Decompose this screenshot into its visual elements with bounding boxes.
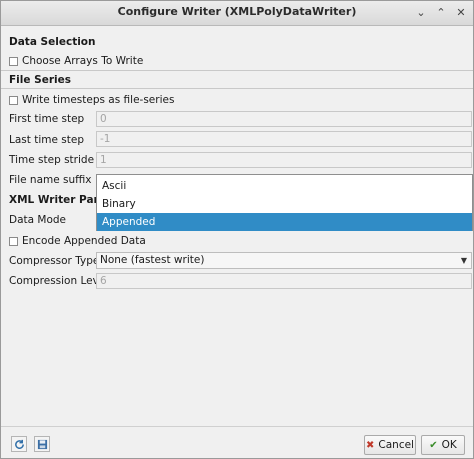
data-mode-option-ascii[interactable]: Ascii	[97, 177, 472, 195]
write-timesteps-checkbox[interactable]	[9, 95, 18, 105]
choose-arrays-label: Choose Arrays To Write	[22, 55, 144, 67]
last-time-step-label: Last time step	[9, 134, 84, 146]
data-mode-option-binary[interactable]: Binary	[97, 195, 472, 213]
time-step-stride-label: Time step stride	[9, 154, 95, 166]
choose-arrays-row[interactable]: Choose Arrays To Write	[9, 54, 143, 68]
footer-divider	[1, 426, 473, 427]
encode-appended-label: Encode Appended Data	[22, 235, 146, 247]
compressor-type-label: Compressor Type	[9, 255, 100, 267]
save-icon	[37, 439, 47, 449]
cancel-label: Cancel	[378, 439, 414, 451]
refresh-icon	[14, 439, 24, 449]
data-mode-option-appended[interactable]: Appended	[97, 213, 472, 231]
encode-appended-row[interactable]: Encode Appended Data	[9, 234, 146, 248]
write-timesteps-label: Write timesteps as file-series	[22, 94, 175, 106]
chevron-down-icon: ▼	[460, 256, 467, 265]
compression-level-input: 6	[96, 273, 472, 289]
cancel-button[interactable]: ✖ Cancel	[364, 435, 416, 455]
cancel-icon: ✖	[366, 439, 375, 451]
choose-arrays-checkbox[interactable]	[9, 56, 18, 66]
last-time-step-input: -1	[96, 131, 472, 147]
reset-button[interactable]	[11, 436, 27, 452]
window-title: Configure Writer (XMLPolyDataWriter)	[117, 5, 357, 18]
ok-label: OK	[441, 439, 457, 451]
compressor-type-value: None (fastest write)	[100, 254, 205, 266]
encode-appended-checkbox[interactable]	[9, 236, 18, 246]
close-icon[interactable]: ✕	[453, 5, 469, 21]
title-bar: Configure Writer (XMLPolyDataWriter) ⌄ ⌃…	[1, 1, 473, 26]
compressor-type-select[interactable]: None (fastest write) ▼	[96, 252, 472, 269]
compression-level-label: Compression Level	[9, 275, 109, 287]
section-file-series: File Series	[9, 74, 71, 86]
data-mode-dropdown-list[interactable]: Ascii Binary Appended	[96, 174, 473, 231]
save-defaults-button[interactable]	[34, 436, 50, 452]
divider	[1, 88, 473, 89]
first-time-step-input: 0	[96, 111, 472, 127]
maximize-icon[interactable]: ⌃	[433, 5, 449, 21]
section-data-selection: Data Selection	[9, 36, 96, 48]
file-name-suffix-label: File name suffix	[9, 174, 92, 186]
configure-writer-dialog: Configure Writer (XMLPolyDataWriter) ⌄ ⌃…	[0, 0, 474, 459]
time-step-stride-input: 1	[96, 152, 472, 168]
ok-button[interactable]: ✔ OK	[421, 435, 465, 455]
first-time-step-label: First time step	[9, 113, 85, 125]
minimize-icon[interactable]: ⌄	[413, 5, 429, 21]
write-timesteps-row[interactable]: Write timesteps as file-series	[9, 93, 174, 107]
checkmark-icon: ✔	[429, 439, 438, 451]
data-mode-label: Data Mode	[9, 214, 67, 226]
divider	[1, 70, 473, 71]
